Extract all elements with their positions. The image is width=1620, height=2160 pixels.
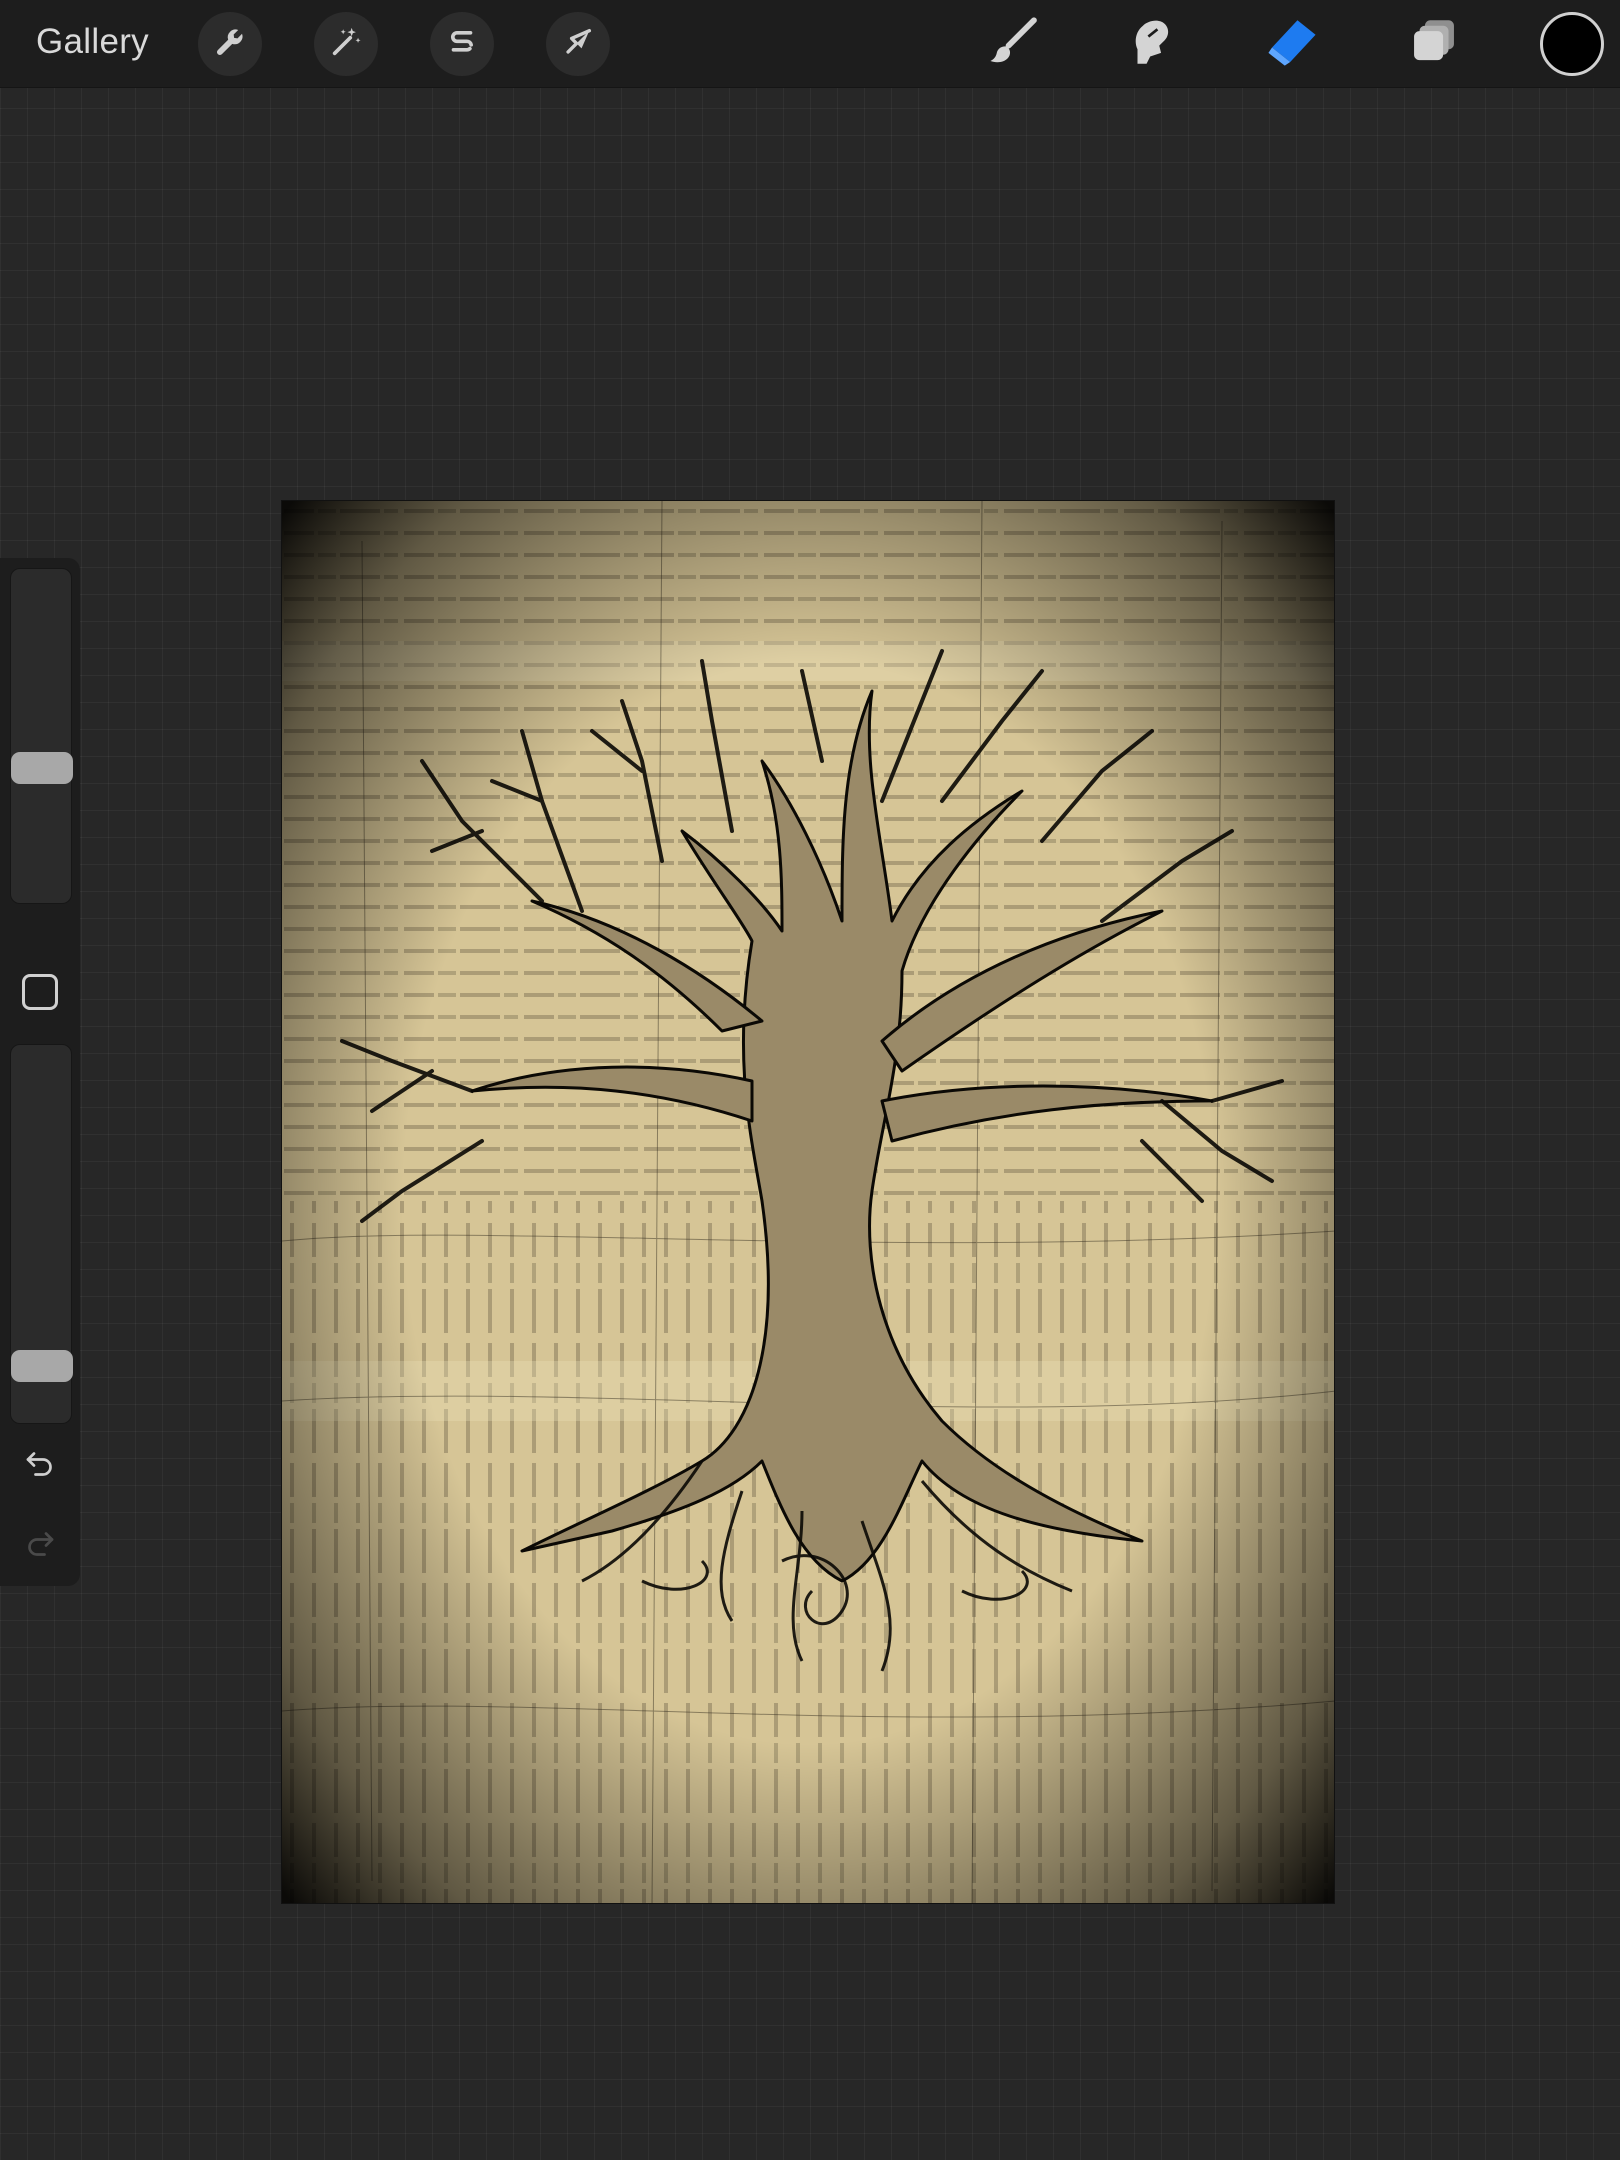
brush-icon: [985, 13, 1043, 76]
left-sidebar: [0, 558, 80, 1586]
opacity-slider[interactable]: [10, 1044, 73, 1424]
brush-size-slider[interactable]: [10, 568, 73, 904]
drawing-canvas[interactable]: [281, 500, 1335, 1904]
wrench-icon: [213, 25, 247, 64]
top-toolbar: Gallery: [0, 0, 1620, 88]
smudge-finger-icon: [1123, 13, 1181, 76]
brush-tool-button[interactable]: [980, 10, 1048, 78]
eraser-icon: [1263, 13, 1321, 76]
gallery-button[interactable]: Gallery: [36, 22, 149, 62]
tree-of-life-artwork: [282, 501, 1334, 1903]
adjustments-button[interactable]: [314, 12, 378, 76]
undo-arrow-icon: [22, 1446, 58, 1487]
layers-button[interactable]: [1400, 10, 1468, 78]
arrow-cursor-icon: [561, 25, 595, 64]
layers-icon: [1405, 13, 1463, 76]
smudge-tool-button[interactable]: [1118, 10, 1186, 78]
redo-button[interactable]: [18, 1524, 62, 1568]
magic-wand-icon: [329, 25, 363, 64]
selection-button[interactable]: [430, 12, 494, 76]
brush-size-thumb[interactable]: [11, 752, 73, 785]
redo-arrow-icon: [22, 1526, 58, 1567]
opacity-thumb[interactable]: [11, 1349, 73, 1382]
eraser-tool-button[interactable]: [1258, 10, 1326, 78]
actions-button[interactable]: [198, 12, 262, 76]
color-picker-swatch[interactable]: [1540, 12, 1604, 76]
square-icon[interactable]: [22, 974, 58, 1010]
selection-s-icon: [445, 25, 479, 64]
undo-button[interactable]: [18, 1444, 62, 1488]
transform-button[interactable]: [546, 12, 610, 76]
